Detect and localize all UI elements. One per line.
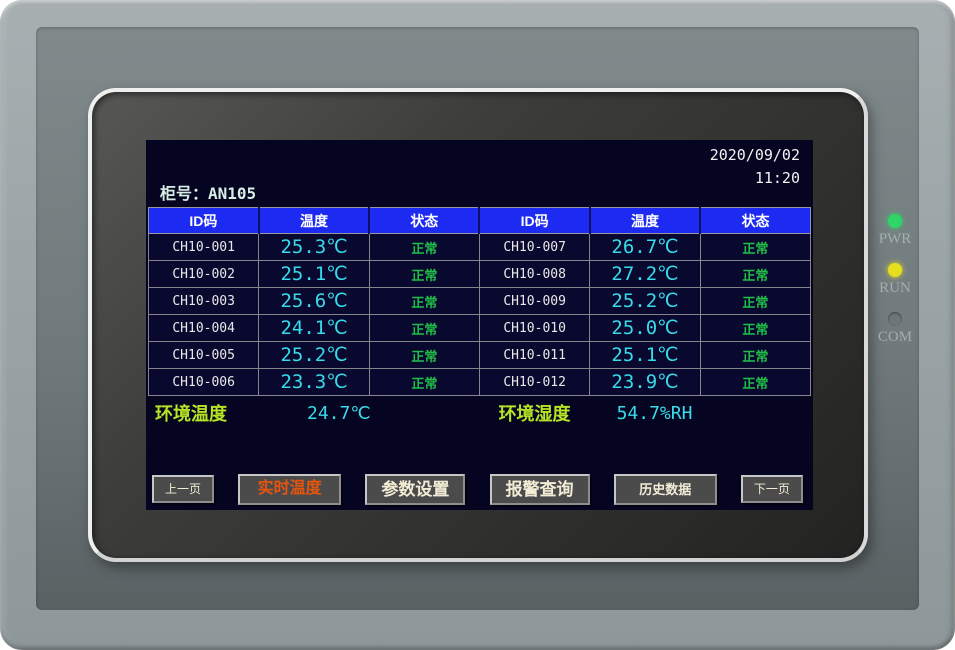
channel-status: 正常 <box>700 261 810 288</box>
history-data-button[interactable]: 历史数据 <box>614 474 717 505</box>
realtime-temp-button[interactable]: 实时温度 <box>238 474 341 505</box>
env-temp-value: 24.7℃ <box>307 403 371 424</box>
channel-status: 正常 <box>369 315 479 342</box>
env-humidity-label: 环境湿度 <box>499 400 571 426</box>
channel-id: CH10-001 <box>149 234 259 261</box>
screen-bezel: 2020/09/02 11:20 柜号：AN105 ID码 温度 状态 ID码 … <box>88 88 868 562</box>
run-led-group: RUN <box>879 263 911 297</box>
channel-id: CH10-011 <box>479 342 589 369</box>
table-header-row: ID码 温度 状态 ID码 温度 状态 <box>149 208 811 234</box>
cabinet-label: 柜号：AN105 <box>160 180 256 204</box>
col-header-status: 状态 <box>369 208 479 234</box>
channel-id: CH10-008 <box>479 261 589 288</box>
temperature-table: ID码 温度 状态 ID码 温度 状态 CH10-001 25.3℃ 正常 <box>148 207 811 396</box>
channel-temp: 23.3℃ <box>259 369 369 396</box>
table-row: CH10-006 23.3℃ 正常 CH10-012 23.9℃ 正常 <box>149 369 811 396</box>
env-humidity-value: 54.7%RH <box>617 403 693 424</box>
table-row: CH10-002 25.1℃ 正常 CH10-008 27.2℃ 正常 <box>149 261 811 288</box>
channel-id: CH10-006 <box>149 369 259 396</box>
time-text: 11:20 <box>710 167 800 190</box>
channel-id: CH10-004 <box>149 315 259 342</box>
channel-id: CH10-003 <box>149 288 259 315</box>
env-temp-label: 环境温度 <box>155 400 227 426</box>
device-frame: 2020/09/02 11:20 柜号：AN105 ID码 温度 状态 ID码 … <box>0 0 955 650</box>
col-header-temp: 温度 <box>259 208 369 234</box>
table-row: CH10-004 24.1℃ 正常 CH10-010 25.0℃ 正常 <box>149 315 811 342</box>
date-text: 2020/09/02 <box>710 144 800 167</box>
channel-temp: 25.1℃ <box>259 261 369 288</box>
channel-temp: 26.7℃ <box>590 234 700 261</box>
channel-id: CH10-002 <box>149 261 259 288</box>
channel-status: 正常 <box>700 288 810 315</box>
datetime-display: 2020/09/02 11:20 <box>710 144 800 190</box>
channel-id: CH10-005 <box>149 342 259 369</box>
param-settings-button[interactable]: 参数设置 <box>365 474 465 505</box>
nav-button-bar: 上一页 实时温度 参数设置 报警查询 历史数据 下一页 <box>152 472 803 506</box>
table-row: CH10-001 25.3℃ 正常 CH10-007 26.7℃ 正常 <box>149 234 811 261</box>
channel-temp: 24.1℃ <box>259 315 369 342</box>
table-row: CH10-003 25.6℃ 正常 CH10-009 25.2℃ 正常 <box>149 288 811 315</box>
next-page-button[interactable]: 下一页 <box>741 475 803 503</box>
pwr-led-label: PWR <box>879 231 912 248</box>
com-led-label: COM <box>878 329 912 346</box>
led-panel: PWR RUN COM <box>872 214 918 361</box>
table-row: CH10-005 25.2℃ 正常 CH10-011 25.1℃ 正常 <box>149 342 811 369</box>
alarm-query-button[interactable]: 报警查询 <box>490 474 590 505</box>
col-header-status: 状态 <box>700 208 810 234</box>
prev-page-button[interactable]: 上一页 <box>152 475 214 503</box>
channel-status: 正常 <box>700 315 810 342</box>
channel-id: CH10-007 <box>479 234 589 261</box>
col-header-id: ID码 <box>149 208 259 234</box>
run-led-icon <box>888 263 902 277</box>
channel-id: CH10-010 <box>479 315 589 342</box>
channel-temp: 25.6℃ <box>259 288 369 315</box>
channel-status: 正常 <box>369 288 479 315</box>
channel-status: 正常 <box>700 369 810 396</box>
environment-row: 环境温度 24.7℃ 环境湿度 54.7%RH <box>155 400 805 426</box>
channel-temp: 27.2℃ <box>590 261 700 288</box>
com-led-icon <box>888 312 902 326</box>
pwr-led-group: PWR <box>879 214 912 248</box>
pwr-led-icon <box>888 214 902 228</box>
channel-temp: 25.0℃ <box>590 315 700 342</box>
col-header-id: ID码 <box>479 208 589 234</box>
channel-status: 正常 <box>369 369 479 396</box>
channel-status: 正常 <box>700 234 810 261</box>
channel-temp: 25.1℃ <box>590 342 700 369</box>
channel-id: CH10-012 <box>479 369 589 396</box>
col-header-temp: 温度 <box>590 208 700 234</box>
channel-status: 正常 <box>700 342 810 369</box>
channel-status: 正常 <box>369 261 479 288</box>
channel-temp: 25.2℃ <box>259 342 369 369</box>
channel-temp: 23.9℃ <box>590 369 700 396</box>
channel-temp: 25.2℃ <box>590 288 700 315</box>
lcd-screen: 2020/09/02 11:20 柜号：AN105 ID码 温度 状态 ID码 … <box>146 140 813 510</box>
com-led-group: COM <box>878 312 912 346</box>
hmi-panel: 2020/09/02 11:20 柜号：AN105 ID码 温度 状态 ID码 … <box>0 0 955 650</box>
channel-status: 正常 <box>369 342 479 369</box>
channel-status: 正常 <box>369 234 479 261</box>
channel-id: CH10-009 <box>479 288 589 315</box>
run-led-label: RUN <box>879 280 911 297</box>
channel-temp: 25.3℃ <box>259 234 369 261</box>
